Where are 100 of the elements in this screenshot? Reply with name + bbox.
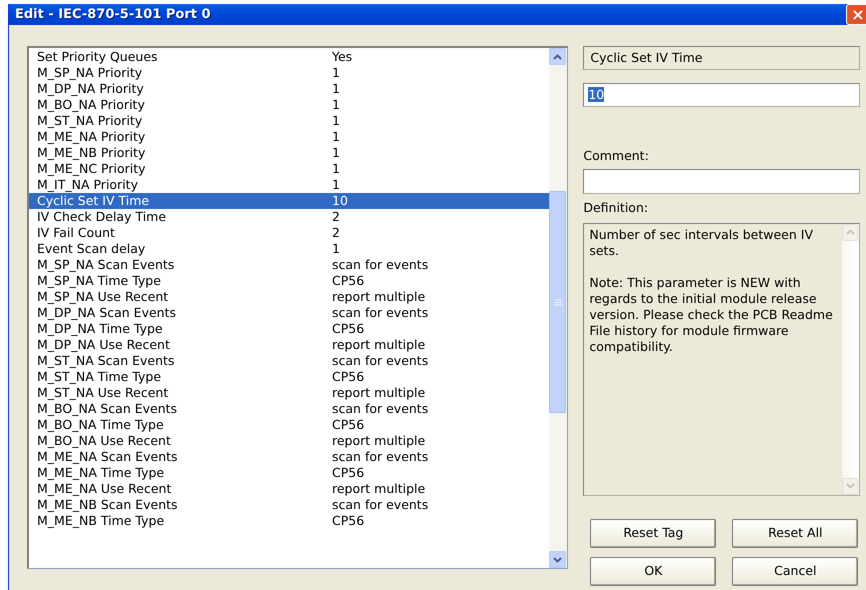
- list-row[interactable]: M_IT_NA Priority 1: [29, 177, 550, 193]
- definition-text: Note: This parameter is NEW with regards to the initial module release version. Please check the PCB Readme File history for module firmware compatibility.: [589, 274, 834, 354]
- tag-value: report multiple: [332, 337, 426, 353]
- window-title: Edit - IEC-870-5-101 Port 0: [15, 6, 211, 24]
- list-row[interactable]: IV Fail Count 2: [29, 225, 550, 241]
- value-text: 10: [588, 87, 604, 102]
- definition-label: Definition:: [583, 198, 650, 217]
- tag-value: 2: [332, 225, 340, 241]
- tag-name: M_SP_NA Priority: [36, 65, 144, 81]
- scroll-down-button[interactable]: [549, 551, 566, 568]
- tag-value: scan for events: [332, 257, 428, 273]
- list-row[interactable]: M_SP_NA Scan Events scan for events: [29, 257, 550, 273]
- list-row[interactable]: M_BO_NA Use Recent report multiple: [29, 433, 550, 449]
- list-row[interactable]: M_ME_NB Priority 1: [29, 145, 550, 161]
- tag-value: 1: [332, 241, 340, 257]
- tag-value: report multiple: [332, 385, 426, 401]
- tag-value: Yes: [332, 49, 352, 65]
- dialog-button[interactable]: Cancel: [732, 556, 858, 586]
- close-button[interactable]: ×: [846, 4, 866, 25]
- tag-name: M_ME_NA Use Recent: [36, 481, 172, 497]
- tag-name: M_ME_NB Time Type: [36, 513, 166, 529]
- list-row[interactable]: M_DP_NA Time Type CP56: [29, 321, 550, 337]
- tag-name: M_ME_NB Scan Events: [36, 497, 179, 513]
- tag-name: M_DP_NA Priority: [36, 81, 145, 97]
- tag-name: M_DP_NA Scan Events: [36, 305, 178, 321]
- tag-name: M_SP_NA Time Type: [36, 273, 162, 289]
- list-row[interactable]: M_DP_NA Use Recent report multiple: [29, 337, 550, 353]
- tag-name: Event Scan delay: [36, 241, 146, 257]
- tag-value: scan for events: [332, 401, 428, 417]
- tag-name: M_ME_NC Priority: [36, 161, 147, 177]
- dialog-button[interactable]: Reset Tag: [590, 518, 716, 548]
- tag-value: scan for events: [332, 449, 428, 465]
- list-row[interactable]: M_ST_NA Scan Events scan for events: [29, 353, 550, 369]
- tag-name: M_DP_NA Time Type: [36, 321, 164, 337]
- tag-name: Cyclic Set IV Time: [36, 193, 150, 209]
- tag-value: 1: [332, 161, 340, 177]
- list-row[interactable]: M_ME_NA Use Recent report multiple: [29, 481, 550, 497]
- tag-value: 1: [332, 81, 340, 97]
- scroll-thumb[interactable]: [549, 191, 566, 413]
- tag-name: M_ST_NA Use Recent: [36, 385, 170, 401]
- tag-name: M_ME_NA Scan Events: [36, 449, 179, 465]
- list-row[interactable]: Set Priority Queues Yes: [29, 49, 550, 65]
- comment-input[interactable]: [583, 168, 860, 194]
- tag-name: M_BO_NA Use Recent: [36, 433, 172, 449]
- tag-name: IV Fail Count: [36, 225, 116, 241]
- tag-value: CP56: [332, 513, 364, 529]
- list-row[interactable]: M_SP_NA Time Type CP56: [29, 273, 550, 289]
- tag-name: M_BO_NA Priority: [36, 97, 146, 113]
- tag-value: 2: [332, 209, 340, 225]
- tag-name: M_DP_NA Use Recent: [36, 337, 171, 353]
- tag-name: M_IT_NA Priority: [36, 177, 139, 193]
- tag-value: report multiple: [332, 289, 426, 305]
- list-row[interactable]: M_ST_NA Priority 1: [29, 113, 550, 129]
- list-row[interactable]: M_DP_NA Priority 1: [29, 81, 550, 97]
- list-row[interactable]: M_SP_NA Use Recent report multiple: [29, 289, 550, 305]
- tag-name: M_ME_NB Priority: [36, 145, 146, 161]
- tag-name: M_SP_NA Scan Events: [36, 257, 176, 273]
- tag-name: M_SP_NA Use Recent: [36, 289, 170, 305]
- tag-value: CP56: [332, 417, 364, 433]
- tag-value: CP56: [332, 273, 364, 289]
- tag-name: IV Check Delay Time: [36, 209, 168, 225]
- tag-value: scan for events: [332, 353, 428, 369]
- tag-name-field: Cyclic Set IV Time: [583, 46, 860, 70]
- comment-label: Comment:: [583, 147, 650, 165]
- tag-value: scan for events: [332, 305, 428, 321]
- tag-value: 1: [332, 129, 340, 145]
- tag-value: 1: [332, 65, 340, 81]
- tag-value: 10: [332, 193, 348, 209]
- list-row[interactable]: M_ME_NA Scan Events scan for events: [29, 449, 550, 465]
- list-row[interactable]: M_ST_NA Time Type CP56: [29, 369, 550, 385]
- list-row[interactable]: M_ME_NB Time Type CP56: [29, 513, 550, 529]
- grip-icon: [554, 298, 562, 306]
- tag-value: CP56: [332, 321, 364, 337]
- tag-value: 1: [332, 113, 340, 129]
- list-row[interactable]: M_ME_NC Priority 1: [29, 161, 550, 177]
- list-row[interactable]: Cyclic Set IV Time 10: [29, 193, 550, 209]
- tag-name: M_ST_NA Priority: [36, 113, 144, 129]
- tag-name: Set Priority Queues: [36, 49, 159, 65]
- list-row[interactable]: M_SP_NA Priority 1: [29, 65, 550, 81]
- list-row[interactable]: M_ME_NA Priority 1: [29, 129, 550, 145]
- list-row[interactable]: M_BO_NA Priority 1: [29, 97, 550, 113]
- tag-value: scan for events: [332, 497, 428, 513]
- tag-name: M_BO_NA Time Type: [36, 417, 165, 433]
- list-row[interactable]: Event Scan delay 1: [29, 241, 550, 257]
- list-row[interactable]: M_DP_NA Scan Events scan for events: [29, 305, 550, 321]
- dialog-button[interactable]: OK: [590, 556, 716, 586]
- scroll-up-button[interactable]: [549, 48, 566, 65]
- list-row[interactable]: M_BO_NA Scan Events scan for events: [29, 401, 550, 417]
- list-row[interactable]: M_ME_NA Time Type CP56: [29, 465, 550, 481]
- list-row[interactable]: M_ME_NB Scan Events scan for events: [29, 497, 550, 513]
- list-row[interactable]: M_ST_NA Use Recent report multiple: [29, 385, 550, 401]
- dialog-button[interactable]: Reset All: [732, 518, 858, 548]
- value-input[interactable]: 10: [583, 83, 860, 107]
- tag-value: 1: [332, 145, 340, 161]
- tag-name: M_ST_NA Time Type: [36, 369, 162, 385]
- list-row[interactable]: IV Check Delay Time 2: [29, 209, 550, 225]
- tag-value: report multiple: [332, 481, 426, 497]
- list-row[interactable]: M_BO_NA Time Type CP56: [29, 417, 550, 433]
- scrollbar[interactable]: [549, 48, 568, 568]
- tag-name: M_ST_NA Scan Events: [36, 353, 176, 369]
